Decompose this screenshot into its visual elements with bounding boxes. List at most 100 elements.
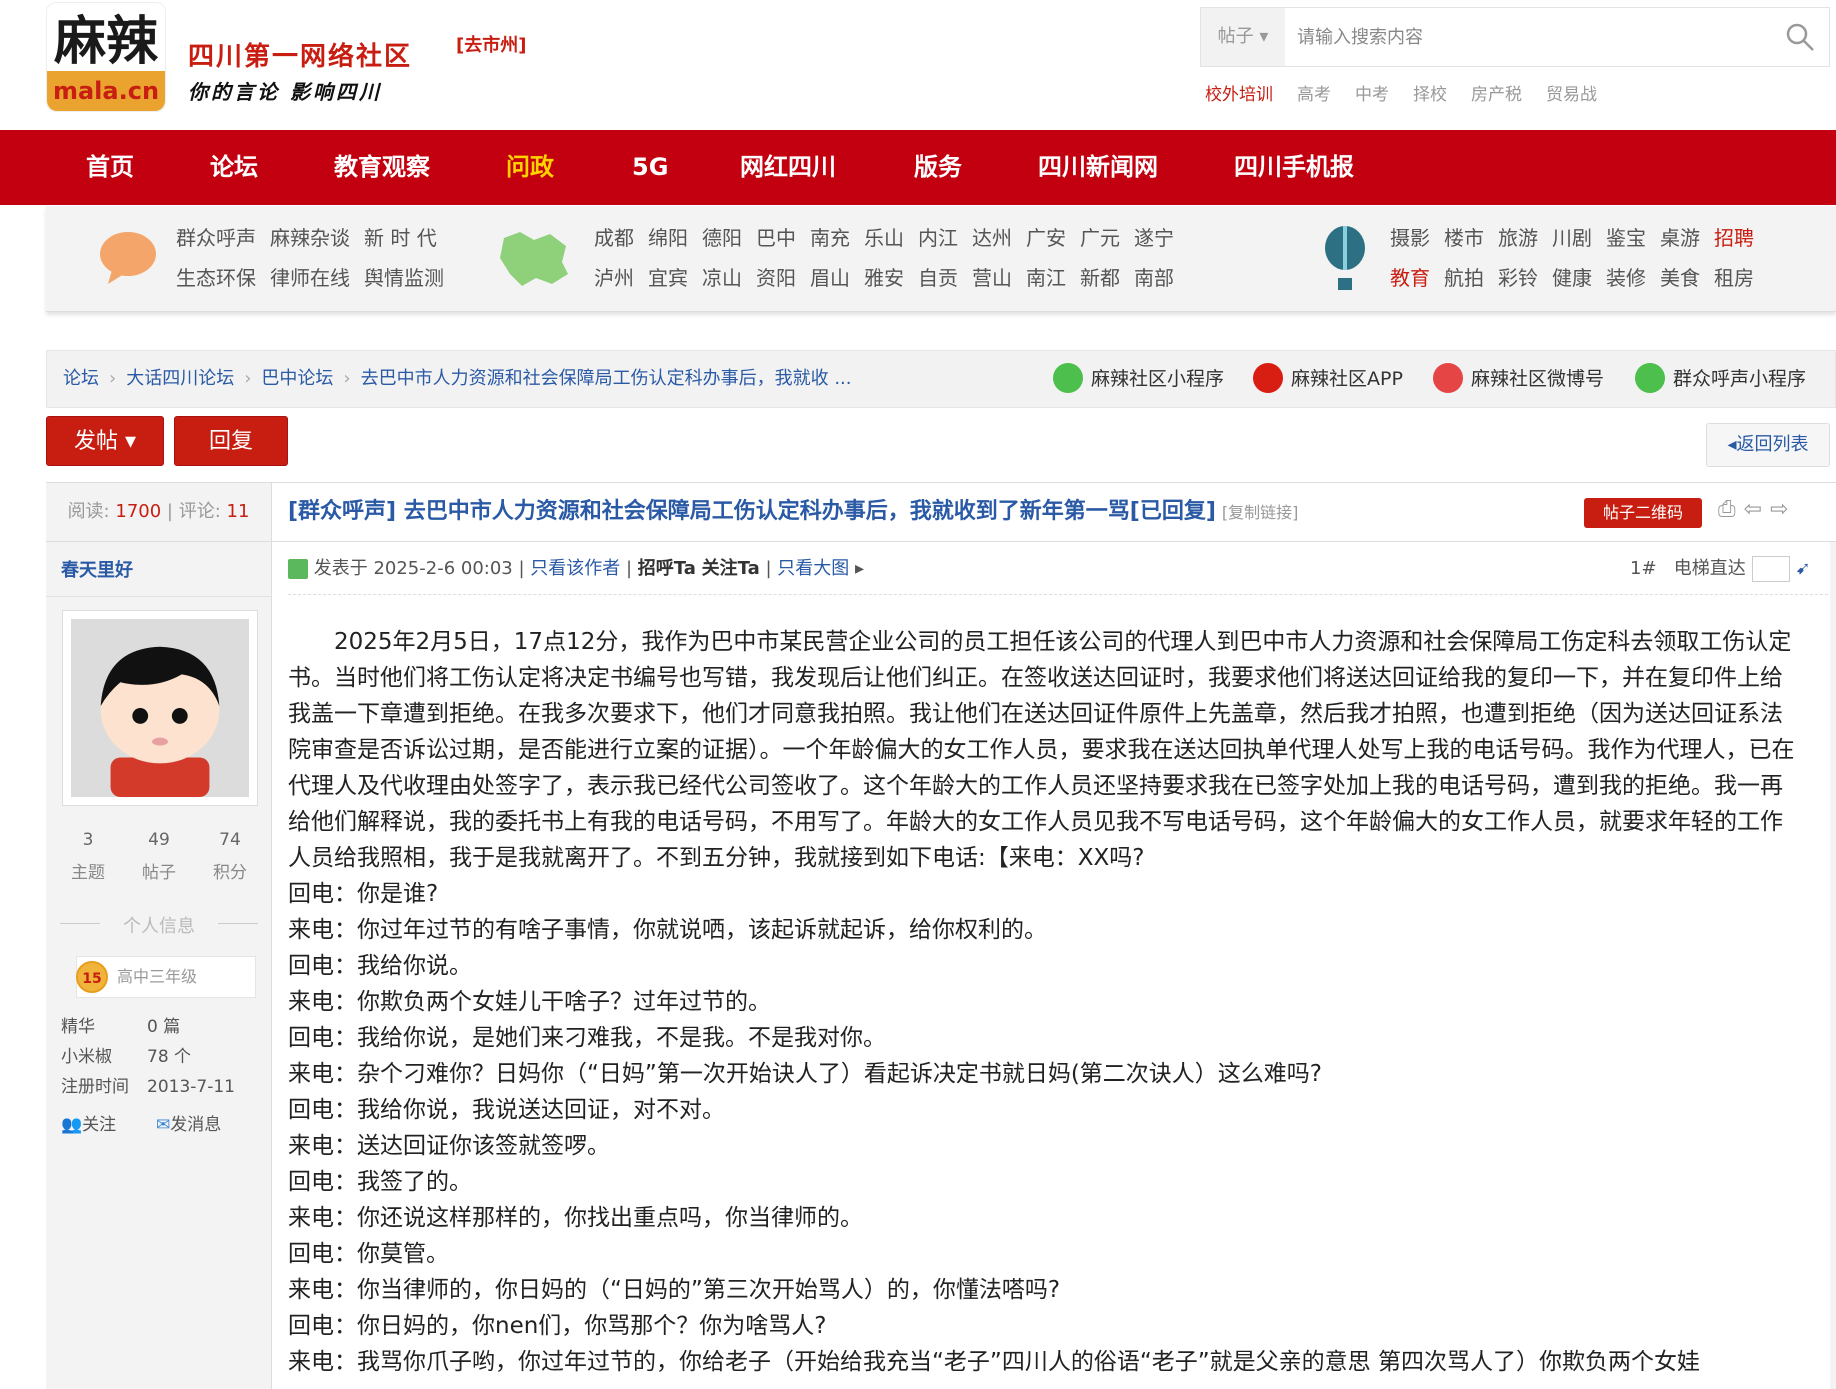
nav-item-education[interactable]: 教育观察 bbox=[334, 130, 430, 205]
breadcrumb-item[interactable]: 论坛 bbox=[63, 368, 99, 389]
follow-author-link[interactable]: 👥关注 bbox=[61, 1110, 116, 1135]
post-paragraph: 2025年2月5日，17点12分，我作为巴中市某民营企业公司的员工担任该公司的代… bbox=[288, 629, 1795, 871]
jump-label: 电梯直达 bbox=[1673, 558, 1746, 579]
city-link[interactable]: 营山 bbox=[972, 266, 1012, 290]
city-link[interactable]: 南江 bbox=[1026, 266, 1066, 290]
avatar[interactable] bbox=[62, 610, 258, 806]
stat-posts[interactable]: 49 帖子 bbox=[127, 830, 191, 883]
category-link[interactable]: 航拍 bbox=[1444, 266, 1484, 290]
breadcrumb-item[interactable]: 去巴中市人力资源和社会保障局工伤认定科办事后，我就收 ... bbox=[361, 368, 852, 389]
hot-link[interactable]: 择校 bbox=[1413, 85, 1447, 105]
category-link[interactable]: 摄影 bbox=[1390, 226, 1430, 250]
hot-link[interactable]: 贸易战 bbox=[1546, 85, 1597, 105]
floor-jump-input[interactable] bbox=[1751, 556, 1790, 582]
category-link[interactable]: 麻辣杂谈 bbox=[270, 226, 350, 250]
copy-link[interactable]: [复制链接] bbox=[1222, 503, 1299, 522]
hot-link[interactable]: 高考 bbox=[1297, 85, 1331, 105]
nav-item-5g[interactable]: 5G bbox=[632, 130, 668, 205]
new-post-button[interactable]: 发帖 ▾ bbox=[46, 416, 164, 466]
next-thread-icon[interactable]: ⇨ bbox=[1770, 497, 1796, 522]
category-link[interactable]: 群众呼声 bbox=[176, 226, 256, 250]
post-paragraph: 回电：我给你说，是她们来刁难我，不是我。不是我对你。 bbox=[288, 1025, 886, 1051]
author-sidebar: 春天里好 3 主题 49 帖子 74 积分 个人信息 15 高中三年级 精华 0 篇 小米… bbox=[46, 542, 272, 1389]
nav-item-mobile[interactable]: 四川手机报 bbox=[1234, 130, 1354, 205]
nav-item-home[interactable]: 首页 bbox=[86, 130, 134, 205]
category-link[interactable]: 美食 bbox=[1660, 266, 1700, 290]
category-link[interactable]: 旅游 bbox=[1498, 226, 1538, 250]
weibo-link[interactable]: 麻辣社区微博号 bbox=[1433, 351, 1604, 407]
author-name[interactable]: 春天里好 bbox=[61, 556, 133, 582]
stat-points[interactable]: 74 积分 bbox=[198, 830, 262, 883]
city-link[interactable]: 达州 bbox=[972, 226, 1012, 250]
city-link[interactable]: 泸州 bbox=[594, 266, 634, 290]
app-link[interactable]: 麻辣社区APP bbox=[1253, 351, 1403, 407]
city-link[interactable]: 乐山 bbox=[864, 226, 904, 250]
city-link[interactable]: 德阳 bbox=[702, 226, 742, 250]
follow-link[interactable]: 关注Ta bbox=[702, 558, 760, 579]
city-link[interactable]: 成都 bbox=[594, 226, 634, 250]
only-author-link[interactable]: 只看该作者 bbox=[530, 558, 620, 579]
city-link[interactable]: 雅安 bbox=[864, 266, 904, 290]
city-link[interactable]: 绵阳 bbox=[648, 226, 688, 250]
city-link[interactable]: 南部 bbox=[1134, 266, 1174, 290]
city-link[interactable]: 南充 bbox=[810, 226, 850, 250]
city-link[interactable]: 眉山 bbox=[810, 266, 850, 290]
jump-icon[interactable]: ➹ bbox=[1795, 558, 1810, 579]
nav-item-wenzheng[interactable]: 问政 bbox=[506, 130, 554, 205]
city-link[interactable]: 广安 bbox=[1026, 226, 1066, 250]
nav-item-wanghong[interactable]: 网红四川 bbox=[740, 130, 836, 205]
big-pic-link[interactable]: 只看大图 bbox=[777, 558, 849, 579]
print-icon[interactable]: ⎙ bbox=[1718, 497, 1744, 522]
greet-link[interactable]: 招呼Ta bbox=[638, 558, 696, 579]
category-link[interactable]: 租房 bbox=[1714, 266, 1754, 290]
city-link[interactable]: 新都 bbox=[1080, 266, 1120, 290]
voice-miniprogram-link[interactable]: 群众呼声小程序 bbox=[1635, 351, 1806, 407]
city-link[interactable]: 内江 bbox=[918, 226, 958, 250]
search-type-select[interactable]: 帖子 ▾ bbox=[1201, 8, 1285, 66]
city-link[interactable]: 自贡 bbox=[918, 266, 958, 290]
breadcrumb-item[interactable]: 大话四川论坛 bbox=[126, 368, 234, 389]
city-link[interactable]: 资阳 bbox=[756, 266, 796, 290]
search-icon[interactable] bbox=[1785, 22, 1815, 52]
hot-link[interactable]: 房产税 bbox=[1471, 85, 1522, 105]
site-logo[interactable]: 麻辣 mala.cn bbox=[46, 2, 166, 112]
back-to-list-button[interactable]: ◂返回列表 bbox=[1706, 423, 1830, 467]
prev-thread-icon[interactable]: ⇦ bbox=[1744, 497, 1770, 522]
city-link[interactable]: 遂宁 bbox=[1134, 226, 1174, 250]
category-link[interactable]: 律师在线 bbox=[270, 266, 350, 290]
nav-item-forum[interactable]: 论坛 bbox=[210, 130, 258, 205]
category-link[interactable]: 舆情监测 bbox=[364, 266, 444, 290]
category-link[interactable]: 川剧 bbox=[1552, 226, 1592, 250]
category-link[interactable]: 健康 bbox=[1552, 266, 1592, 290]
category-link[interactable]: 教育 bbox=[1390, 266, 1430, 290]
hot-link[interactable]: 校外培训 bbox=[1205, 85, 1273, 105]
thread-tools: ⎙⇦⇨ bbox=[1718, 497, 1796, 522]
category-link[interactable]: 彩铃 bbox=[1498, 266, 1538, 290]
floor-number: 1# bbox=[1630, 558, 1657, 579]
hot-link[interactable]: 中考 bbox=[1355, 85, 1389, 105]
stat-topics[interactable]: 3 主题 bbox=[56, 830, 120, 883]
category-link[interactable]: 桌游 bbox=[1660, 226, 1700, 250]
nav-item-banwu[interactable]: 版务 bbox=[914, 130, 962, 205]
category-link[interactable]: 招聘 bbox=[1714, 226, 1754, 250]
reply-button[interactable]: 回复 bbox=[174, 416, 288, 466]
post-time: 发表于 2025-2-6 00:03 bbox=[313, 558, 513, 579]
city-link[interactable]: 宜宾 bbox=[648, 266, 688, 290]
city-link[interactable]: 巴中 bbox=[756, 226, 796, 250]
category-link[interactable]: 新 时 代 bbox=[364, 226, 437, 250]
nav-item-news[interactable]: 四川新闻网 bbox=[1038, 130, 1158, 205]
scrollbar[interactable] bbox=[1830, 542, 1836, 1389]
category-link[interactable]: 装修 bbox=[1606, 266, 1646, 290]
send-message-link[interactable]: ✉发消息 bbox=[156, 1110, 221, 1135]
city-link[interactable]: [去市州] bbox=[456, 31, 526, 57]
weibo-icon bbox=[1433, 362, 1463, 393]
category-link[interactable]: 鉴宝 bbox=[1606, 226, 1646, 250]
category-link[interactable]: 楼市 bbox=[1444, 226, 1484, 250]
city-link[interactable]: 广元 bbox=[1080, 226, 1120, 250]
qr-code-button[interactable]: 帖子二维码 bbox=[1584, 498, 1702, 528]
category-link[interactable]: 生态环保 bbox=[176, 266, 256, 290]
miniprogram-link[interactable]: 麻辣社区小程序 bbox=[1053, 351, 1224, 407]
search-input[interactable] bbox=[1297, 8, 1757, 66]
breadcrumb-item[interactable]: 巴中论坛 bbox=[261, 368, 333, 389]
city-link[interactable]: 凉山 bbox=[702, 266, 742, 290]
